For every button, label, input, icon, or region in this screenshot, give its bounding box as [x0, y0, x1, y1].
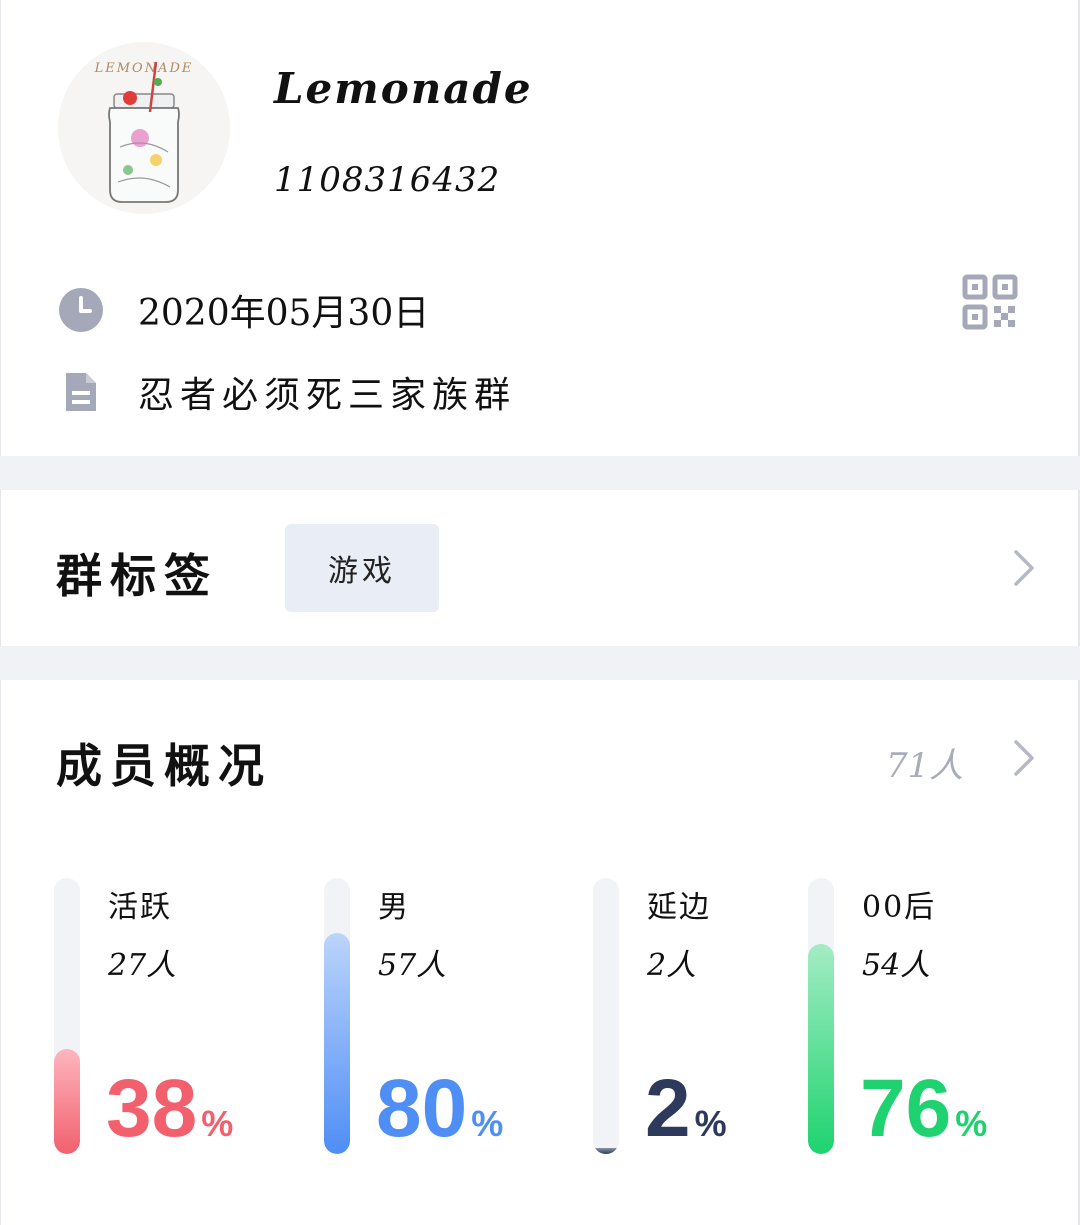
section-divider	[0, 456, 1080, 490]
left-border	[0, 0, 1, 1225]
stat-fill-bar	[593, 1148, 619, 1154]
stat-label: 男	[378, 890, 410, 925]
stat-count: 27人	[108, 948, 177, 983]
group-id: 1108316432	[274, 160, 501, 200]
stat-region: 延边 2人 2%	[593, 878, 833, 1158]
lemonade-jar-avatar-icon: LEMONADE	[58, 42, 230, 214]
stat-active: 活跃 27人 38%	[54, 878, 294, 1158]
stat-fill-bar	[324, 933, 350, 1154]
tags-chevron-right-icon[interactable]	[1010, 548, 1038, 588]
creation-date-row: 2020年05月30日	[58, 284, 429, 336]
percent-sign: %	[694, 1103, 727, 1144]
document-icon	[58, 369, 104, 415]
members-chevron-right-icon[interactable]	[1010, 738, 1038, 778]
percent-sign: %	[955, 1103, 988, 1144]
group-tags-title: 群标签	[56, 549, 218, 603]
stat-label: 延边	[647, 890, 711, 925]
stat-percent: 80%	[376, 1068, 503, 1165]
stat-percent-value: 38	[106, 1063, 198, 1154]
stat-count: 2人	[647, 948, 697, 983]
group-description-row: 忍者必须死三家族群	[58, 366, 516, 418]
qr-code-icon[interactable]	[962, 274, 1018, 330]
stat-male: 男 57人 80%	[324, 878, 564, 1158]
stat-percent: 38%	[106, 1068, 233, 1165]
stat-percent: 76%	[860, 1068, 987, 1165]
avatar-caption: LEMONADE	[94, 61, 194, 76]
member-count[interactable]: 71人	[886, 738, 963, 787]
stat-fill-bar	[808, 944, 834, 1154]
stat-track	[593, 878, 619, 1154]
stat-percent-value: 2	[645, 1063, 691, 1154]
percent-sign: %	[471, 1103, 504, 1144]
creation-date: 2020年05月30日	[138, 293, 430, 334]
clock-icon	[58, 287, 104, 333]
group-avatar[interactable]: LEMONADE	[58, 42, 230, 214]
stat-fill-bar	[54, 1049, 80, 1154]
stat-track	[808, 878, 834, 1154]
stat-count: 57人	[378, 948, 447, 983]
group-profile-page: LEMONADE Lemonade 1108316432 2020年05月30日	[0, 0, 1080, 1225]
stat-age-group: 00后 54人 76%	[808, 878, 1048, 1158]
stat-count: 54人	[862, 948, 931, 983]
section-divider	[0, 646, 1080, 680]
member-overview-title: 成员概况	[56, 739, 272, 793]
stat-track	[54, 878, 80, 1154]
stat-label: 00后	[862, 890, 937, 925]
stat-percent-value: 76	[860, 1063, 952, 1154]
stat-percent-value: 80	[376, 1063, 468, 1154]
stat-percent: 2%	[645, 1068, 727, 1165]
tag-chip[interactable]: 游戏	[285, 524, 439, 612]
group-description: 忍者必须死三家族群	[138, 375, 517, 416]
group-name: Lemonade	[274, 64, 533, 113]
percent-sign: %	[201, 1103, 234, 1144]
stat-label: 活跃	[108, 890, 172, 925]
stat-track	[324, 878, 350, 1154]
